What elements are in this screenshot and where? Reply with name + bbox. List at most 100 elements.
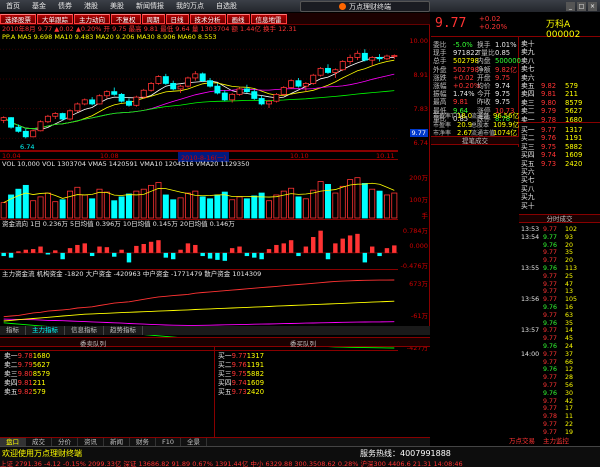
trade-row[interactable]: 9.77 13 [521, 288, 573, 295]
trade-row[interactable]: 9.77 66 [521, 359, 573, 366]
capital-bar[interactable] [303, 246, 309, 253]
capital-bar[interactable] [141, 244, 146, 253]
trade-row[interactable]: 13:57 9.77 14 [521, 327, 573, 334]
capital-bar[interactable] [237, 246, 242, 253]
volume-bar[interactable] [288, 187, 295, 219]
menu-watchlist[interactable]: 自选股 [210, 0, 243, 13]
candle-body[interactable] [354, 52, 361, 58]
capital-bar[interactable] [178, 249, 183, 253]
capital-bar[interactable] [148, 241, 154, 253]
trade-button[interactable]: 万点交易 [505, 437, 539, 446]
candle-body[interactable] [126, 100, 132, 106]
volume-bar[interactable] [37, 196, 44, 219]
capital-bar[interactable] [325, 252, 331, 260]
candle-body[interactable] [236, 88, 243, 95]
volume-bar[interactable] [162, 194, 169, 219]
capital-bar[interactable] [45, 252, 51, 255]
capital-bar[interactable] [244, 252, 250, 257]
capital-bar[interactable] [259, 252, 264, 260]
candle-body[interactable] [317, 67, 324, 76]
candle-body[interactable] [229, 93, 236, 101]
volume-bar[interactable] [15, 188, 22, 219]
capital-bar[interactable] [112, 252, 117, 257]
volume-bar[interactable] [354, 177, 361, 219]
candle-body[interactable] [391, 55, 398, 57]
link-trade-header[interactable]: 提笔成交 [431, 136, 519, 145]
menu-fund[interactable]: 基金 [26, 0, 52, 13]
candle-body[interactable] [288, 80, 295, 88]
volume-bar[interactable] [369, 188, 376, 219]
candle-body[interactable] [30, 130, 37, 138]
big-order-button[interactable]: 大单跟踪 [37, 13, 73, 24]
volume-bar[interactable] [295, 196, 302, 219]
tab-indicator[interactable]: 指标 [0, 326, 26, 335]
candle-body[interactable] [177, 85, 184, 90]
trades-header[interactable]: 分时成交 [519, 214, 600, 223]
trade-row[interactable]: 9.77 42 [521, 398, 573, 405]
capital-bar[interactable] [8, 252, 14, 258]
close-button[interactable]: × [588, 2, 597, 11]
candle-body[interactable] [133, 96, 140, 106]
volume-bar[interactable] [184, 192, 191, 219]
capital-bar[interactable] [266, 249, 272, 253]
capital-bar[interactable] [252, 252, 257, 258]
volume-bar[interactable] [111, 200, 118, 219]
volume-bar[interactable] [302, 198, 309, 219]
candle-body[interactable] [347, 57, 354, 62]
volume-bar[interactable] [317, 181, 324, 219]
volume-bar[interactable] [383, 194, 390, 219]
main-force-button[interactable]: 主力动向 [74, 13, 110, 24]
candle-body[interactable] [207, 80, 214, 87]
kline-panel[interactable]: 2010年8月 9.77 ▲0.02 ▲0.20% 开 9.75 最高 9.81… [0, 25, 398, 151]
menu-hk[interactable]: 港股 [78, 0, 104, 13]
volume-bar[interactable] [339, 185, 346, 219]
candle-body[interactable] [243, 88, 250, 93]
capital-bar[interactable] [215, 252, 220, 260]
capital-bar[interactable] [347, 235, 353, 253]
volume-bar[interactable] [22, 184, 29, 219]
candle-body[interactable] [280, 87, 287, 95]
candle-body[interactable] [221, 92, 228, 101]
tab-info-indicator[interactable]: 信息指标 [65, 326, 104, 335]
tab-price-dist[interactable]: 分价 [52, 438, 78, 446]
volume-bar[interactable] [310, 189, 317, 219]
trade-row[interactable]: 9.77 47 [521, 281, 573, 288]
candle-body[interactable] [89, 99, 96, 105]
volume-chart[interactable] [0, 160, 398, 220]
capital-bar[interactable] [67, 248, 73, 253]
candle-body[interactable] [369, 57, 376, 61]
candle-body[interactable] [214, 85, 221, 94]
trade-row[interactable]: 9.76 24 [521, 343, 573, 350]
capital-bar[interactable] [170, 252, 176, 260]
capital-bar[interactable] [16, 251, 21, 253]
volume-bar[interactable] [170, 199, 177, 219]
trade-list[interactable]: 13:53 9.77 102 13:54 9.77 93 9.76 20 9.77 35 9.77 2… [519, 225, 600, 437]
capital-bar[interactable] [392, 245, 397, 253]
tab-trend-indicator[interactable]: 趋势指标 [104, 326, 143, 335]
trade-row[interactable]: 14:00 9.77 37 [521, 351, 573, 358]
candle-body[interactable] [266, 100, 272, 105]
candle-body[interactable] [295, 80, 302, 87]
volume-bar[interactable] [52, 201, 59, 219]
capital-bar[interactable] [222, 252, 228, 261]
trade-row[interactable]: 9.76 20 [521, 242, 573, 249]
draw-line-button[interactable]: 画线 [226, 13, 250, 24]
trade-row[interactable]: 9.76 12 [521, 366, 573, 373]
trade-row[interactable]: 9.77 25 [521, 273, 573, 280]
volume-bar[interactable] [273, 194, 280, 219]
menu-my[interactable]: 我的万点 [170, 0, 210, 13]
candle-body[interactable] [170, 83, 177, 90]
tab-deal[interactable]: 成交 [26, 438, 52, 446]
capital-bar[interactable] [229, 248, 235, 253]
trade-row[interactable]: 9.77 35 [521, 249, 573, 256]
trade-row[interactable]: 9.77 63 [521, 312, 573, 319]
volume-bar[interactable] [236, 196, 243, 219]
candle-body[interactable] [111, 91, 118, 95]
capital-bar[interactable] [119, 249, 124, 253]
candle-body[interactable] [15, 126, 22, 132]
candle-body[interactable] [0, 117, 7, 121]
candle-body[interactable] [184, 77, 191, 87]
monitor-button[interactable]: 主力监控 [539, 437, 573, 446]
volume-panel[interactable]: VOL 10,000 VOL 1303704 VMA5 1420591 VMA1… [0, 160, 398, 220]
chart-area[interactable]: 2010年8月 9.77 ▲0.02 ▲0.20% 开 9.75 最高 9.81… [0, 25, 430, 352]
